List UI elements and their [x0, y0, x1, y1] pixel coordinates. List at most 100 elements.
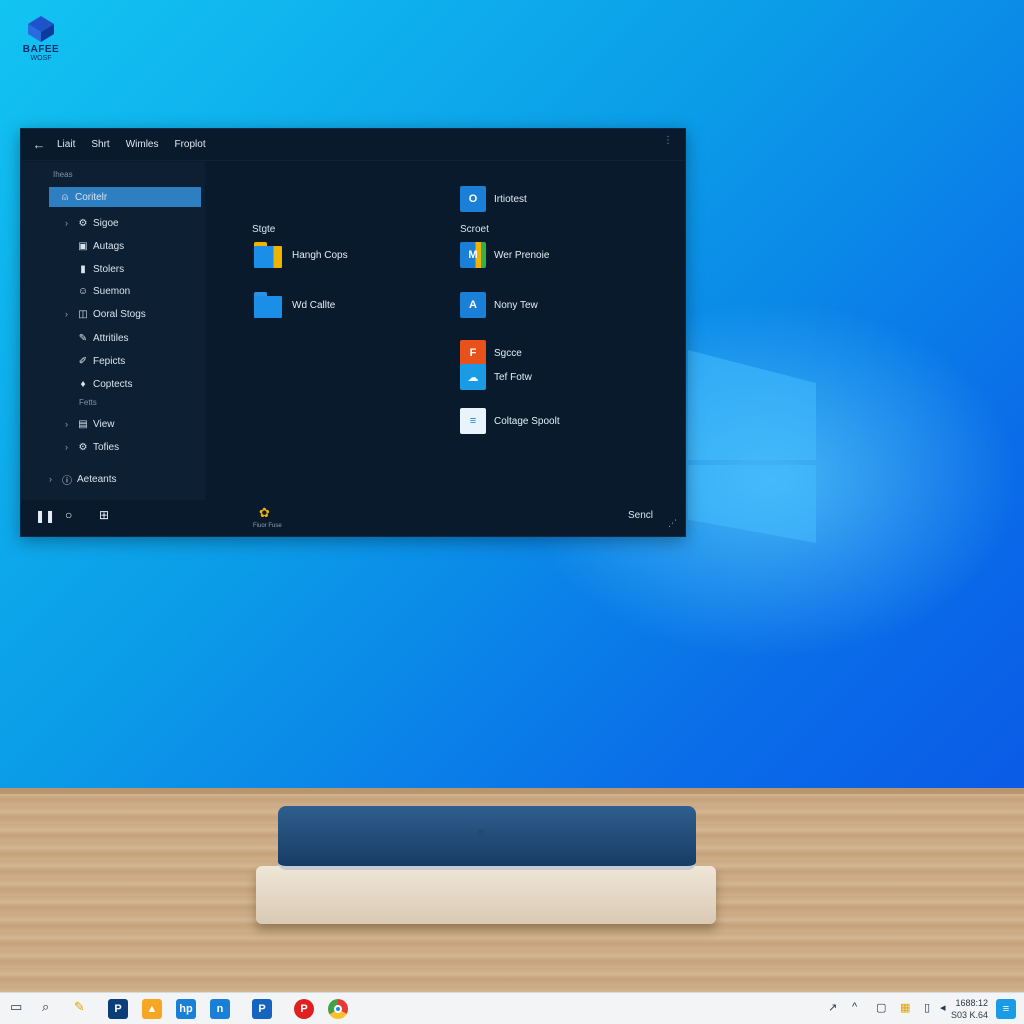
windows-icon[interactable]: ⊞ [99, 508, 109, 522]
column-header-2: Scroet [460, 224, 489, 235]
sidebar-item-tofies[interactable]: › ⚙ Tofies [65, 437, 119, 457]
app-item-nony-tew[interactable]: A Nony Tew [460, 292, 538, 318]
title-bar: ← Liait Shrt Wimles Froplot ⋮ [21, 129, 685, 161]
notification-icon[interactable]: ≡ [996, 999, 1016, 1019]
app-item-wer-prenoie[interactable]: M Wer Prenoie [460, 242, 549, 268]
app-item-label: Irtiotest [494, 193, 527, 205]
more-icon[interactable]: ⋮ [663, 135, 673, 146]
p-app-icon[interactable]: P [108, 999, 128, 1019]
n-app-icon[interactable]: n [210, 999, 230, 1019]
sidebar-item-label: Suemon [93, 285, 131, 297]
sidebar-item-label: Fepicts [93, 355, 126, 367]
chevron-right-icon[interactable]: › [65, 442, 75, 452]
column-header-1: Stgte [252, 224, 276, 235]
sidebar-item-label: Aeteants [77, 473, 117, 485]
desktop-logo: BAFEE WOSF [18, 14, 64, 62]
sidebar-item-coritelr[interactable]: ⍝ Coritelr [49, 187, 201, 207]
folder-color-icon [254, 242, 284, 268]
chevron-right-icon[interactable]: › [65, 419, 75, 429]
gear-icon: ⚙ [78, 441, 88, 453]
clock[interactable]: 1688:12 S03 K.64 [951, 997, 988, 1021]
store-icon[interactable]: ▲ [142, 999, 162, 1019]
menu-item-4[interactable]: Froplot [174, 139, 205, 150]
center-caption: Fiuor Fuse [253, 523, 282, 529]
user-icon: ⍝ [62, 191, 68, 203]
app-item-tef-fotw[interactable]: ☁ Tef Fotw [460, 364, 532, 390]
app-item-label: Sgcce [494, 347, 522, 359]
resize-grip-icon[interactable]: ⋰ [668, 518, 677, 529]
window-bottom-bar: ❚❚ ○ ⊞ ✿ Fiuor Fuse Sencl ⋰ [21, 500, 685, 536]
app-a-icon: A [460, 292, 486, 318]
menu-item-1[interactable]: Liait [57, 139, 75, 150]
hp-app-icon[interactable]: hp [176, 999, 196, 1019]
sidebar-item-view[interactable]: › ▤ View [65, 414, 115, 434]
window-icon[interactable]: ▭ [10, 999, 22, 1015]
circle-icon[interactable]: ○ [65, 508, 72, 522]
sidebar-item-label: Autags [93, 240, 125, 252]
sidebar-item-ooral-stogs[interactable]: › ◫ Ooral Stogs [65, 304, 146, 324]
grid-icon: ▤ [78, 418, 88, 430]
app-item-sgcce[interactable]: F Sgcce [460, 340, 522, 366]
sidebar-item-label: Sigoe [93, 217, 119, 229]
folder-tray-icon[interactable]: ▢ [876, 1001, 886, 1014]
back-arrow-icon[interactable]: ← [21, 137, 57, 152]
sidebar-item-autags[interactable]: ▣ Autags [75, 236, 124, 256]
sidebar-item-coptects[interactable]: ♦ Coptects [75, 374, 132, 394]
pause-icon[interactable]: ❚❚ [35, 509, 55, 523]
sidebar-section-header: Fetts [79, 398, 97, 407]
app-item-label: Wer Prenoie [494, 249, 550, 261]
menu-item-3[interactable]: Wimles [126, 139, 159, 150]
taskbar: ▭ ⌕ ✎ P ▲ hp n P P ↗ ^ ▢ ▦ ▯ ◂ 1688:12 S… [0, 992, 1024, 1024]
app-item-hangh-cops[interactable]: Hangh Cops [254, 242, 348, 268]
pinterest-icon[interactable]: P [294, 999, 314, 1019]
chevron-right-icon[interactable]: › [49, 474, 59, 484]
sidebar-item-aeteants[interactable]: › ⓘ Aeteants [49, 469, 116, 489]
office-icon: F [460, 340, 486, 366]
pen-tray-icon[interactable]: ↗ [828, 1001, 837, 1014]
pen-icon: ✎ [78, 332, 88, 344]
onedrive-icon: ☁ [460, 364, 486, 390]
clock-date: S03 K.64 [950, 1010, 988, 1020]
battery-icon[interactable]: ▯ [924, 1001, 930, 1014]
app-item-wd-callte[interactable]: Wd Callte [254, 292, 335, 318]
chevron-right-icon[interactable]: › [65, 218, 75, 228]
volume-icon[interactable]: ◂ [940, 1001, 946, 1014]
sidebar-item-label: Attritiles [93, 332, 129, 344]
chevron-right-icon[interactable]: › [65, 309, 75, 319]
color-wheel-icon[interactable]: ✿ [259, 505, 270, 521]
logo-subtitle: WOSF [30, 55, 52, 62]
app-item-label: Wd Callte [292, 299, 336, 311]
clock-time: 1688:12 [955, 998, 988, 1008]
file-explorer-icon: ≡ [460, 408, 486, 434]
sidebar-item-suemon[interactable]: ☺ Suemon [75, 281, 130, 301]
sidebar-item-label: Stolers [93, 263, 125, 275]
shield-icon: ◫ [78, 308, 88, 320]
desk-edge [0, 788, 1024, 794]
bulb-icon: ♦ [80, 378, 86, 390]
info-icon: ⓘ [62, 475, 72, 487]
apple-logo-icon: ● [476, 824, 486, 841]
settings-icon: ⚙ [78, 217, 88, 229]
logo-title: BAFEE [22, 44, 60, 55]
image-icon: ▣ [78, 240, 88, 252]
app-item-label: Tef Fotw [494, 371, 532, 383]
search-label[interactable]: Sencl [628, 510, 653, 521]
sidebar-item-stolers[interactable]: ▮ Stolers [75, 259, 124, 279]
search-icon[interactable]: ⌕ [42, 999, 49, 1015]
app-item-irtiotest[interactable]: O Irtiotest [460, 186, 527, 212]
sidebar-section-header: Iheas [53, 170, 73, 179]
chevron-up-icon[interactable]: ^ [852, 1001, 857, 1013]
p-blue-app-icon[interactable]: P [252, 999, 272, 1019]
sidebar-item-attritiles[interactable]: ✎ Attritiles [75, 328, 129, 348]
sidebar: Iheas ⍝ Coritelr › ⚙ Sigoe ▣ Autags ▮ St… [21, 162, 205, 502]
sidebar-item-sigoe[interactable]: › ⚙ Sigoe [65, 213, 119, 233]
menu-item-2[interactable]: Shrt [91, 139, 109, 150]
sidebar-item-fepicts[interactable]: ✐ Fepicts [75, 351, 125, 371]
app-item-coltage-spoolt[interactable]: ≡ Coltage Spoolt [460, 408, 560, 434]
pen-icon[interactable]: ✎ [74, 999, 85, 1015]
folder-icon [254, 292, 284, 318]
app-tray-icon[interactable]: ▦ [900, 1001, 910, 1014]
brush-icon: ✐ [78, 355, 88, 367]
app-window: ← Liait Shrt Wimles Froplot ⋮ Iheas ⍝ Co… [20, 128, 686, 537]
chrome-icon[interactable] [328, 999, 348, 1019]
